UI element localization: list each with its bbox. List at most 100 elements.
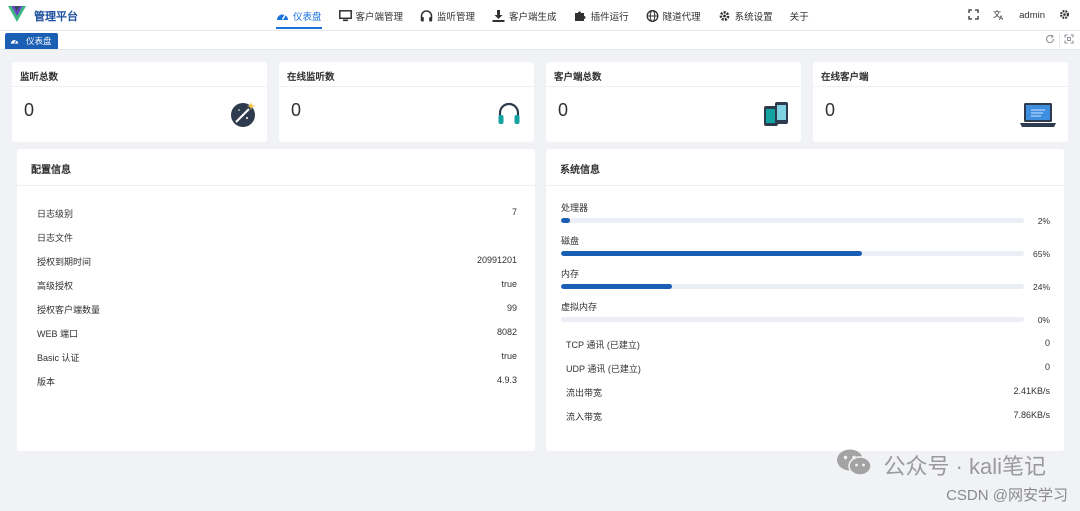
system-value: 7.86KB/s — [1013, 410, 1050, 420]
headset-icon — [497, 102, 521, 129]
config-value: 20991201 — [476, 255, 517, 265]
nav-label: 系统设置 — [734, 11, 773, 23]
nav-label: 关于 — [789, 11, 809, 23]
stat-card-clients-online: 在线客户端 0 — [813, 62, 1068, 142]
brand[interactable]: 管理平台 — [8, 6, 78, 25]
magic-wand-icon — [229, 100, 257, 131]
laptop-icon — [1019, 102, 1057, 131]
nav-label: 客户端管理 — [355, 11, 404, 23]
csdn-watermark: CSDN @网安学习 — [946, 487, 1068, 504]
config-row: WEB 端口 8082 — [37, 327, 517, 340]
config-key: 日志级别 — [37, 209, 74, 219]
nav-plugin-run[interactable]: 插件运行 — [574, 0, 629, 31]
divider — [813, 86, 1068, 87]
main-nav: 仪表盘 客户端管理 监听管理 客户端生成 插件运行 隧道代理 系统设置 关于 — [276, 0, 826, 31]
config-value: 7 — [511, 207, 517, 217]
divider — [1059, 34, 1060, 47]
system-value: 0 — [1044, 338, 1050, 348]
settings-gear-icon[interactable] — [1059, 9, 1070, 23]
translate-icon[interactable]: 文A — [993, 9, 1005, 23]
stat-card-listeners-online: 在线监听数 0 — [279, 62, 534, 142]
config-key: 授权到期时间 — [37, 257, 92, 267]
cpu-progress-bar — [561, 218, 1024, 223]
user-name[interactable]: admin — [1019, 10, 1045, 21]
nav-label: 插件运行 — [590, 11, 629, 23]
stat-card-listeners-total: 监听总数 0 — [12, 62, 267, 142]
config-value: 8082 — [496, 327, 517, 337]
stat-card-clients-total: 客户端总数 0 — [546, 62, 801, 142]
nav-about[interactable]: 关于 — [790, 0, 809, 31]
fullscreen-icon[interactable] — [968, 8, 979, 23]
nav-client-management[interactable]: 客户端管理 — [338, 0, 404, 31]
progress-fill — [561, 284, 673, 289]
progress-fill — [561, 251, 862, 256]
system-key: 流入带宽 — [566, 412, 603, 422]
config-value: true — [501, 279, 517, 289]
progress-label: 虚拟内存 — [561, 302, 598, 312]
download-icon — [492, 9, 505, 22]
config-row: 授权客户端数量 99 — [37, 303, 517, 316]
stat-title: 客户端总数 — [554, 72, 602, 83]
progress-fill — [561, 218, 571, 223]
virtual-memory-progress-bar — [561, 317, 1024, 322]
memory-progress-bar — [561, 284, 1024, 289]
nav-tunnel-proxy[interactable]: 隧道代理 — [646, 0, 701, 31]
top-navbar: 管理平台 仪表盘 客户端管理 监听管理 客户端生成 插件运行 隧道代理 系统设置… — [0, 0, 1080, 31]
tag-label: 仪表盘 — [26, 36, 52, 46]
progress-percent: 24% — [1032, 282, 1050, 292]
divider — [17, 185, 535, 186]
system-value: 2.41KB/s — [1013, 386, 1050, 396]
system-value: 0 — [1044, 362, 1050, 372]
config-row: 版本 4.9.3 — [37, 375, 517, 388]
monitor-icon — [338, 9, 352, 21]
app-title: 管理平台 — [34, 10, 78, 23]
nav-system-settings[interactable]: 系统设置 — [718, 0, 773, 31]
progress-percent: 65% — [1032, 249, 1050, 259]
config-key: 日志文件 — [37, 233, 74, 243]
progress-percent: 0% — [1037, 315, 1050, 325]
nav-label: 仪表盘 — [293, 11, 322, 23]
svg-text:A: A — [999, 15, 1004, 20]
wechat-icon — [835, 447, 873, 483]
divider — [279, 86, 534, 87]
nav-listener-management[interactable]: 监听管理 — [420, 0, 475, 31]
divider — [546, 185, 1064, 186]
stat-value: 0 — [24, 100, 35, 120]
watermark: 公众号 · kali笔记 — [835, 447, 1046, 483]
stat-value: 0 — [825, 100, 836, 120]
stat-value: 0 — [291, 100, 302, 120]
config-row: 高级授权 true — [37, 279, 517, 292]
config-panel: 配置信息 日志级别 7 日志文件 授权到期时间 20991201 高级授权 true … — [17, 149, 535, 451]
panel-title: 系统信息 — [560, 165, 600, 176]
tag-dashboard[interactable]: 仪表盘 — [5, 33, 58, 49]
nav-label: 客户端生成 — [509, 11, 557, 23]
config-value: 4.9.3 — [496, 375, 517, 385]
config-row: 日志级别 7 — [37, 207, 517, 220]
dashboard-icon — [277, 14, 288, 20]
config-key: WEB 端口 — [37, 329, 79, 339]
config-key: 授权客户端数量 — [37, 305, 101, 315]
nav-dashboard[interactable]: 仪表盘 — [276, 0, 322, 31]
system-row: 流入带宽 7.86KB/s — [566, 410, 1050, 423]
devices-icon — [762, 100, 790, 131]
divider — [546, 86, 801, 87]
nav-client-generate[interactable]: 客户端生成 — [492, 0, 557, 31]
config-key: Basic 认证 — [37, 353, 80, 363]
stat-title: 在线监听数 — [287, 72, 335, 83]
nav-label: 监听管理 — [437, 11, 476, 23]
config-key: 高级授权 — [37, 281, 74, 291]
config-key: 版本 — [37, 377, 56, 387]
tags-view: 仪表盘 — [0, 31, 1080, 50]
progress-label: 处理器 — [561, 203, 589, 213]
expand-icon[interactable] — [1064, 34, 1074, 47]
disk-progress-bar — [561, 251, 1024, 256]
progress-label: 内存 — [561, 269, 580, 279]
config-value: 99 — [506, 303, 517, 313]
config-value: true — [501, 351, 517, 361]
refresh-icon[interactable] — [1045, 34, 1055, 47]
system-key: TCP 通讯 (已建立) — [566, 340, 640, 350]
stat-value: 0 — [558, 100, 569, 120]
system-key: 流出带宽 — [566, 388, 603, 398]
config-row: 日志文件 — [37, 231, 517, 244]
divider — [12, 86, 267, 87]
